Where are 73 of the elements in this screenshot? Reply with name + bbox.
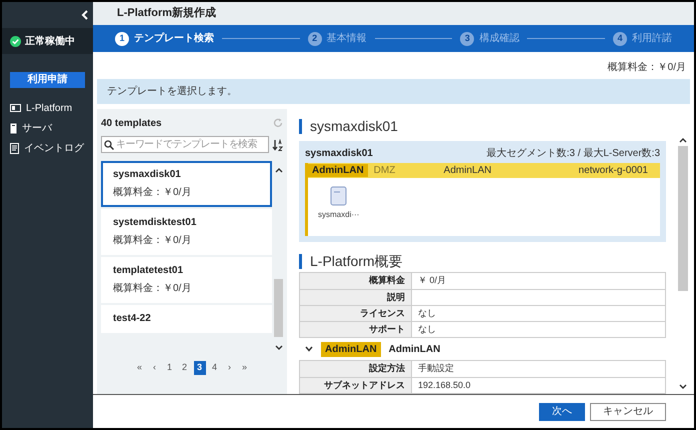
row-label: サポート <box>300 322 412 337</box>
template-card[interactable]: templatetest01 概算料金：￥0/月 <box>101 257 272 303</box>
row-value: 192.168.50.0 <box>417 378 472 392</box>
scroll-up-icon[interactable] <box>274 167 282 173</box>
template-card[interactable]: sysmaxdisk01 概算料金：￥0/月 <box>101 161 272 207</box>
row-value: ￥ 0/月 <box>417 274 448 288</box>
section-heading: L-Platform概要 <box>310 252 403 270</box>
limits-text: 最大セグメント数:3 / 最大L-Server数:3 <box>486 146 660 160</box>
status-text: 正常稼働中 <box>25 34 75 48</box>
page-button[interactable]: 4 <box>208 361 220 375</box>
document-icon <box>10 142 19 154</box>
template-price: 概算料金：￥0/月 <box>113 235 192 247</box>
row-label: 概算料金 <box>300 273 412 289</box>
nav-item[interactable]: L-Platform <box>2 98 93 118</box>
collapse-chevron-icon[interactable] <box>81 10 89 20</box>
step-number[interactable]: 2 <box>308 32 322 46</box>
footer-button[interactable]: 次へ <box>539 402 585 420</box>
segment-badge: AdminLAN <box>308 164 368 177</box>
step-number[interactable]: 3 <box>460 32 474 46</box>
diagram-title: sysmaxdisk01 <box>305 146 373 160</box>
check-circle-icon <box>10 36 21 46</box>
scroll-thumb[interactable] <box>274 279 283 337</box>
page-button[interactable]: 3 <box>194 361 206 375</box>
nav-item[interactable]: イベントログ <box>2 138 93 158</box>
step-label[interactable]: テンプレート検索 <box>134 31 214 46</box>
template-name: test4-22 <box>113 313 152 325</box>
search-icon <box>104 140 114 150</box>
monitor-icon <box>10 104 21 112</box>
row-value: なし <box>417 306 437 320</box>
page-button[interactable]: › <box>224 361 236 375</box>
step-number[interactable]: 4 <box>613 32 628 46</box>
segment-name: AdminLAN <box>444 164 492 178</box>
template-price: 概算料金：￥0/月 <box>113 283 192 295</box>
row-value: 手動設定 <box>417 362 455 376</box>
template-card[interactable]: test4-22 <box>101 305 272 333</box>
server-tower-icon <box>10 122 17 134</box>
estimate-text: 概算料金：￥0/月 <box>608 60 686 75</box>
server-icon[interactable] <box>330 186 348 206</box>
page-button[interactable]: ‹ <box>148 361 160 375</box>
scroll-down-icon[interactable] <box>274 345 282 351</box>
row-label: サブネットアドレス <box>300 378 412 393</box>
nav-item[interactable]: サーバ <box>2 118 93 138</box>
info-text: テンプレートを選択します。 <box>107 84 237 99</box>
template-price: 概算料金：￥0/月 <box>113 187 192 199</box>
template-card[interactable]: systemdisktest01 概算料金：￥0/月 <box>101 209 272 255</box>
segment-name: AdminLAN <box>388 342 440 356</box>
segment-type: DMZ <box>374 164 396 178</box>
search-field[interactable]: キーワードでテンプレートを検索 <box>101 136 269 153</box>
template-count: 40 templates <box>101 116 162 130</box>
page-button[interactable]: 1 <box>164 361 176 375</box>
template-name: templatetest01 <box>113 265 184 277</box>
segment-badge: AdminLAN <box>321 342 381 356</box>
apply-button[interactable]: 利用申請 <box>10 72 85 88</box>
step-number[interactable]: 1 <box>115 32 129 46</box>
chevron-icon[interactable] <box>305 345 313 353</box>
section-heading: sysmaxdisk01 <box>310 116 398 136</box>
network-name: network-g-0001 <box>578 164 648 178</box>
page-button[interactable]: « <box>134 361 146 375</box>
row-label: 設定方法 <box>300 361 412 377</box>
template-name: sysmaxdisk01 <box>113 169 182 181</box>
row-label: ライセンス <box>300 306 412 321</box>
page-button[interactable]: » <box>238 361 250 375</box>
scroll-thumb[interactable] <box>678 146 688 291</box>
row-value: なし <box>417 322 437 336</box>
template-name: systemdisktest01 <box>113 217 198 229</box>
page-button[interactable]: 2 <box>178 361 190 375</box>
row-label: 説明 <box>300 290 412 305</box>
scroll-up-icon[interactable] <box>679 137 687 143</box>
scroll-down-icon[interactable] <box>679 384 687 390</box>
footer-button[interactable]: キャンセル <box>590 402 666 420</box>
sort-icon[interactable] <box>272 138 283 150</box>
page-title: L-Platform新規作成 <box>117 6 216 22</box>
server-label: sysmaxdi··· <box>318 209 360 221</box>
